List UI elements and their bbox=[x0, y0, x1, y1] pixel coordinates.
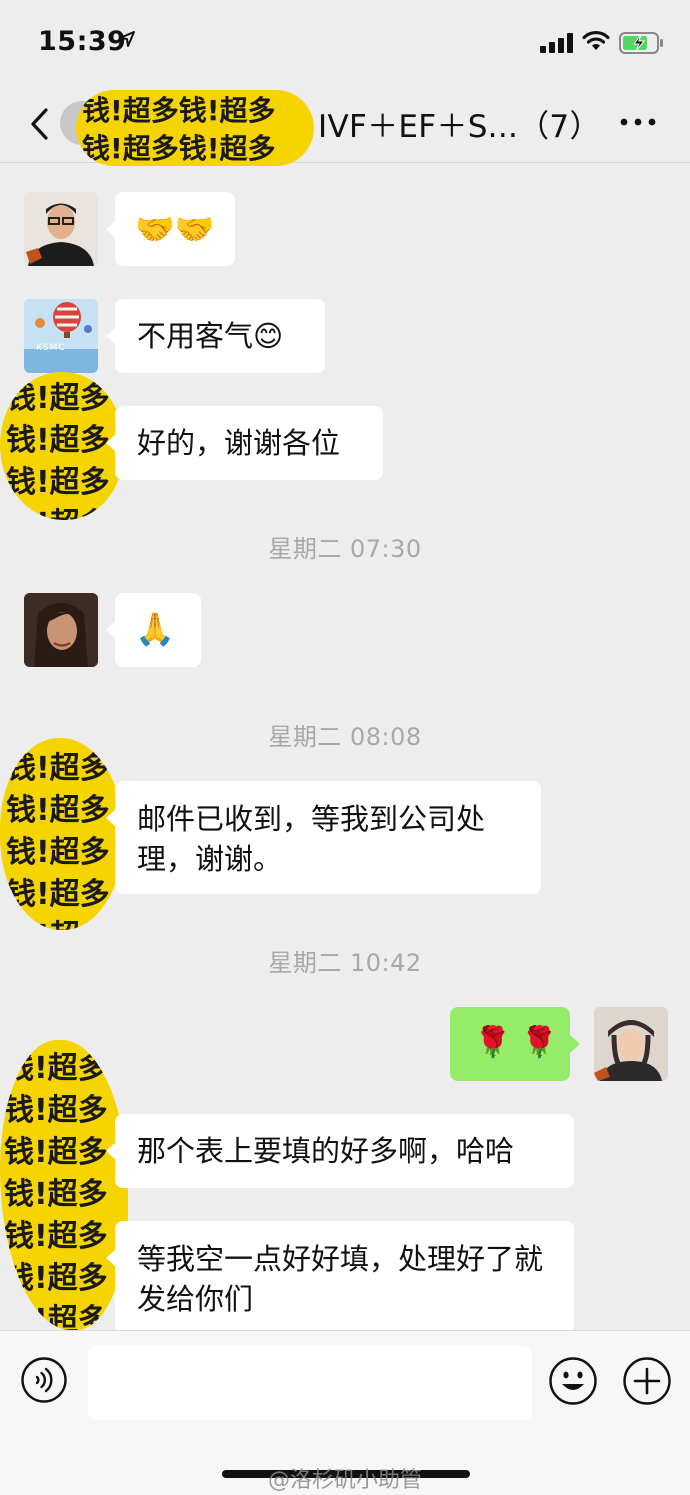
add-more-icon[interactable] bbox=[622, 1356, 672, 1406]
back-chevron-icon[interactable] bbox=[22, 104, 62, 144]
message-bubble[interactable]: 好的，谢谢各位 bbox=[106, 406, 383, 480]
message-bubble[interactable]: 那个表上要填的好多啊，哈哈 bbox=[106, 1114, 574, 1188]
message-timestamp: 星期二 08:08 bbox=[268, 723, 422, 751]
message-bubble[interactable]: 🤝🤝 bbox=[106, 192, 235, 266]
avatar-self[interactable] bbox=[594, 1007, 668, 1081]
message-bubble[interactable]: 等我空一点好好填，处理好了就发给你们 bbox=[106, 1221, 574, 1333]
message-timestamp: 星期二 10:42 bbox=[268, 949, 422, 977]
weibo-watermark: @洛杉矶小助管 bbox=[268, 1468, 423, 1493]
own-message-bubble[interactable]: 🌹 🌹 bbox=[450, 1007, 580, 1081]
message-timestamp: 星期二 07:30 bbox=[268, 535, 422, 563]
avatar-member-2[interactable]: KSMC bbox=[24, 299, 98, 373]
avatar-ksmc-label: KSMC bbox=[36, 343, 66, 353]
battery-charging-icon bbox=[619, 32, 663, 54]
avatar-censor-mask: 钱!超多钱!超多钱!超多钱!超多钱!超多钱!超多钱!超多钱!超多 bbox=[0, 738, 124, 930]
group-chat-title: IVF＋EF＋S...（7） bbox=[318, 109, 601, 145]
message-bubble[interactable]: 不用客气😊 bbox=[106, 299, 325, 373]
avatar-member-3[interactable] bbox=[24, 593, 98, 667]
message-input[interactable] bbox=[88, 1346, 532, 1420]
message-bubble[interactable]: 🙏 bbox=[106, 593, 201, 667]
voice-input-icon[interactable] bbox=[20, 1356, 68, 1404]
avatar-member-1[interactable] bbox=[24, 192, 98, 266]
emoji-icon[interactable] bbox=[548, 1356, 598, 1406]
wifi-icon bbox=[582, 30, 610, 50]
more-options-icon[interactable] bbox=[618, 112, 658, 132]
avatar-censor-mask: 钱!超多钱!超多钱!超多钱!超多钱!超多钱!超多钱!超多钱!超多 bbox=[0, 1040, 128, 1330]
header-censor-mask: 钱!超多钱!超多钱!超多钱!超多钱!超多钱!超多钱!超多钱!超多 bbox=[76, 90, 314, 166]
cellular-signal-icon bbox=[540, 33, 573, 53]
location-arrow-icon bbox=[119, 31, 135, 47]
status-time: 15:39 bbox=[38, 26, 127, 57]
message-bubble[interactable]: 邮件已收到，等我到公司处理，谢谢。 bbox=[106, 781, 541, 894]
